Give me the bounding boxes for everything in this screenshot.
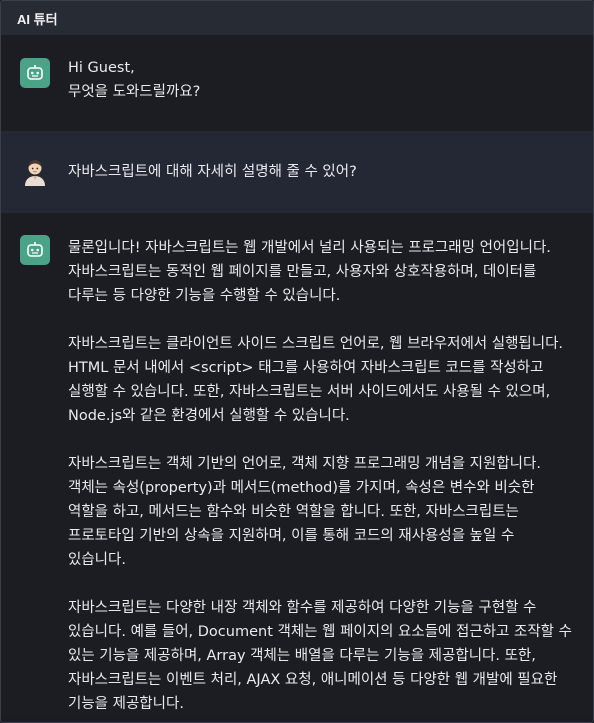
message-line: Node.js와 같은 환경에서 실행할 수 있습니다. [68,408,350,424]
message-text: Hi Guest, 무엇을 도와드릴까요? [68,56,210,131]
message-paragraph: 물론입니다! 자바스크립트는 웹 개발에서 널리 사용되는 프로그래밍 언어입니… [68,236,572,308]
user-message: 자바스크립트에 대해 자세히 설명해 줄 수 있어? [1,131,593,213]
message-line: 자바스크립트는 클라이언트 사이드 스크립트 언어로, 웹 브라우저에서 실행됩… [68,336,564,352]
message-line: 물론입니다! 자바스크립트는 웹 개발에서 널리 사용되는 프로그래밍 언어입니… [68,240,551,256]
message-line: 자바스크립트는 동적인 웹 페이지를 만들고, 사용자와 상호작용하며, 데이터… [68,264,537,280]
message-line: 프로토타입 기반의 상속을 지원하며, 이를 통해 코드의 재사용성을 높일 수 [68,528,515,544]
message-line: 자바스크립트는 다양한 내장 객체와 함수를 제공하여 다양한 기능을 구현할 … [68,600,537,616]
user-avatar-icon [20,157,50,187]
message-line: Hi Guest, [68,60,135,76]
message-line: 자바스크립트는 객체 기반의 언어로, 객체 지향 프로그래밍 개념을 지원합니… [68,456,541,472]
chat-window: AI 튜터 Hi Guest, 무엇을 도와드릴까요? 자바스크립트에 대해 자… [0,0,594,723]
message-paragraph: 자바스크립트는 클라이언트 사이드 스크립트 언어로, 웹 브라우저에서 실행됩… [68,332,572,428]
message-line: 있습니다. [68,552,126,568]
message-line: 실행할 수 있습니다. 또한, 자바스크립트는 서버 사이드에서도 사용될 수 … [68,384,551,400]
message-line: 다루는 등 다양한 기능을 수행할 수 있습니다. [68,288,341,304]
message-line: HTML 문서 내에서 <script> 태그를 사용하여 자바스크립트 코드를… [68,360,544,376]
robot-icon [20,58,50,88]
message-line: 있습니다. 예를 들어, Document 객체는 웹 페이지의 요소들에 접근… [68,624,572,640]
app-title: AI 튜터 [17,11,58,27]
message-line: 자바스크립트는 이벤트 처리, AJAX 요청, 애니메이션 등 다양한 웹 개… [68,672,558,688]
message-paragraph: 자바스크립트는 다양한 내장 객체와 함수를 제공하여 다양한 기능을 구현할 … [68,596,572,716]
message-line: 역할을 하고, 메서드는 함수와 비슷한 역할을 합니다. 또한, 자바스크립트… [68,504,519,520]
assistant-message: Hi Guest, 무엇을 도와드릴까요? [1,35,593,131]
message-line: 있는 기능을 제공하며, Array 객체는 배열을 다루는 기능을 제공합니다… [68,648,536,664]
message-line: 객체는 속성(property)과 메서드(method)를 가지며, 속성은 … [68,480,535,496]
message-line: 무엇을 도와드릴까요? [68,84,201,100]
robot-icon [20,235,50,265]
assistant-message: 물론입니다! 자바스크립트는 웹 개발에서 널리 사용되는 프로그래밍 언어입니… [1,213,593,716]
message-text: 물론입니다! 자바스크립트는 웹 개발에서 널리 사용되는 프로그래밍 언어입니… [68,236,582,716]
app-header: AI 튜터 [1,1,593,35]
message-text: 자바스크립트에 대해 자세히 설명해 줄 수 있어? [68,160,367,184]
message-line: 기능을 제공합니다. [68,696,184,712]
message-paragraph: 자바스크립트는 객체 기반의 언어로, 객체 지향 프로그래밍 개념을 지원합니… [68,452,572,572]
message-line: 자바스크립트에 대해 자세히 설명해 줄 수 있어? [68,164,357,180]
